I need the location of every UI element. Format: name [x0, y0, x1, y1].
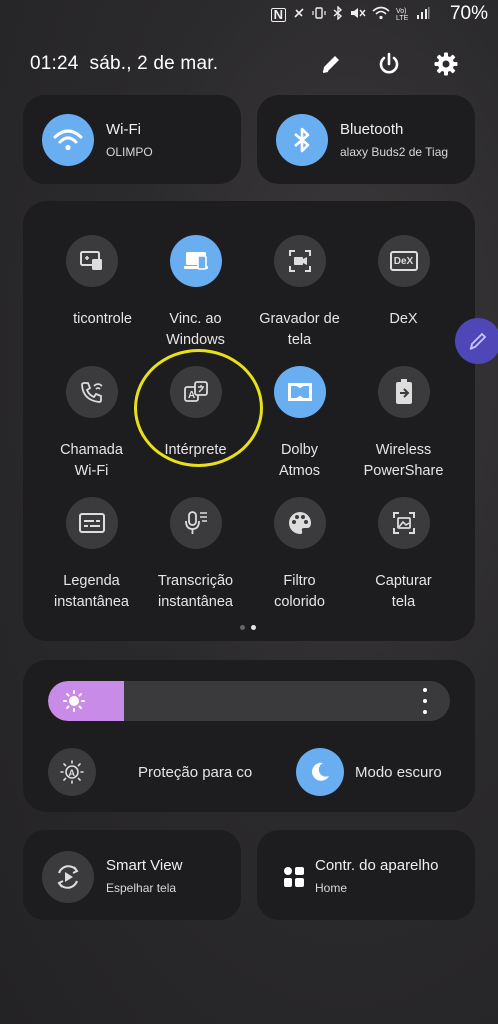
power-icon — [379, 52, 399, 74]
bluetooth-device: alaxy Buds2 de Tiag — [340, 145, 449, 159]
signal-icon — [416, 6, 430, 23]
svg-text:A: A — [69, 768, 76, 778]
tile-label: ticontrole — [73, 311, 132, 327]
nfc-icon: N — [270, 7, 286, 22]
status-bar: N Vo) LTE 70% — [0, 0, 498, 30]
smart-view-tile[interactable]: Smart View Espelhar tela — [23, 830, 241, 920]
device-control-subtitle: Home — [315, 881, 348, 895]
tile-label: Legenda instantânea — [54, 573, 129, 610]
tile-label: Wireless PowerShare — [363, 442, 444, 479]
page-indicator — [240, 625, 256, 630]
settings-button[interactable] — [430, 48, 462, 80]
edit-button[interactable] — [315, 48, 347, 80]
moon-icon — [312, 762, 329, 781]
tile-label: DeX — [389, 311, 418, 327]
live-caption-icon — [65, 497, 118, 549]
wifi-tile[interactable]: Wi-Fi OLIMPO — [23, 95, 241, 184]
pencil-icon — [322, 56, 339, 73]
tile-label: Transcrição instantânea — [157, 573, 234, 610]
edge-panel-handle[interactable] — [455, 318, 498, 364]
dark-mode-label: Modo escuro — [355, 764, 442, 781]
device-control-tile[interactable]: Contr. do aparelho Home — [257, 830, 475, 920]
tile-label: Filtro colorido — [274, 573, 325, 610]
smart-view-icon — [57, 865, 79, 889]
sun-icon — [62, 689, 86, 718]
page-dot-2[interactable] — [251, 625, 256, 630]
smart-view-toggle[interactable] — [42, 851, 94, 903]
vibrate-icon — [312, 6, 326, 23]
bluetooth-toggle[interactable] — [276, 114, 328, 166]
color-filter-icon — [273, 497, 326, 549]
tile-live-transcribe[interactable]: Transcrição instantânea — [139, 497, 252, 613]
volte-icon: Vo) LTE — [396, 7, 409, 22]
tile-link-windows[interactable]: Vinc. ao Windows — [139, 235, 252, 351]
tile-dex[interactable]: DeX DeX — [347, 235, 460, 330]
screen-recorder-icon — [273, 235, 326, 287]
more-vert-icon — [423, 688, 427, 692]
gear-icon — [434, 52, 458, 76]
battery-level: 70% — [449, 3, 488, 24]
eye-comfort-icon: A — [60, 760, 84, 784]
tile-screenshot[interactable]: Capturar tela — [347, 497, 460, 613]
link-windows-icon — [169, 235, 222, 287]
tile-screen-recorder[interactable]: Gravador de tela — [243, 235, 356, 351]
more-vert-dot — [423, 710, 427, 714]
page-dot-1[interactable] — [240, 625, 245, 630]
smart-view-title: Smart View — [106, 857, 183, 874]
tile-color-filter[interactable]: Filtro colorido — [243, 497, 356, 613]
powershare-icon — [377, 366, 430, 418]
tile-remote-control[interactable]: ticontrole — [35, 235, 148, 330]
wifi-network: OLIMPO — [106, 145, 153, 159]
tile-label: Dolby Atmos — [278, 442, 321, 479]
wifi-toggle[interactable] — [42, 114, 94, 166]
eye-comfort-label: Proteção para co — [138, 764, 253, 781]
pen-icon — [469, 332, 487, 350]
tile-live-caption[interactable]: Legenda instantânea — [35, 497, 148, 613]
silent-icon — [350, 6, 366, 23]
brightness-slider[interactable] — [48, 681, 450, 721]
highlight-circle — [134, 349, 263, 467]
brightness-slider-fill — [48, 681, 124, 721]
dolby-icon — [273, 366, 326, 418]
device-control-title: Contr. do aparelho — [315, 857, 439, 874]
tile-label: Capturar tela — [375, 573, 432, 610]
brightness-more-button[interactable] — [418, 688, 432, 714]
tile-label: Chamada Wi-Fi — [60, 442, 123, 479]
status-icons: N Vo) LTE — [270, 5, 430, 23]
dex-icon: DeX — [377, 235, 430, 287]
eye-comfort-toggle[interactable]: A — [48, 748, 96, 796]
wifi-icon — [372, 6, 390, 23]
wifi-call-icon — [65, 366, 118, 418]
bluetooth-icon — [294, 127, 310, 153]
dark-mode-toggle[interactable] — [296, 748, 344, 796]
live-transcribe-icon — [169, 497, 222, 549]
screenshot-icon — [377, 497, 430, 549]
bluetooth-title: Bluetooth — [340, 121, 404, 138]
wifi-title: Wi-Fi — [106, 121, 141, 138]
dex-icon-text: DeX — [389, 251, 418, 271]
date-time: 01:24 sáb., 2 de mar. — [30, 53, 219, 74]
tile-label: Gravador de tela — [259, 311, 340, 348]
tile-wireless-powershare[interactable]: Wireless PowerShare — [347, 366, 460, 482]
remote-icon — [65, 235, 118, 287]
mute-icon — [292, 6, 306, 23]
tile-label: Vinc. ao Windows — [166, 311, 225, 348]
power-button[interactable] — [373, 48, 405, 80]
device-control-icon — [283, 866, 305, 888]
smart-view-subtitle: Espelhar tela — [106, 881, 177, 895]
wifi-icon — [53, 129, 83, 151]
bluetooth-icon — [332, 5, 344, 23]
tile-wifi-calling[interactable]: Chamada Wi-Fi — [35, 366, 148, 482]
more-vert-dot — [423, 699, 427, 703]
bluetooth-tile[interactable]: Bluetooth alaxy Buds2 de Tiag — [257, 95, 475, 184]
